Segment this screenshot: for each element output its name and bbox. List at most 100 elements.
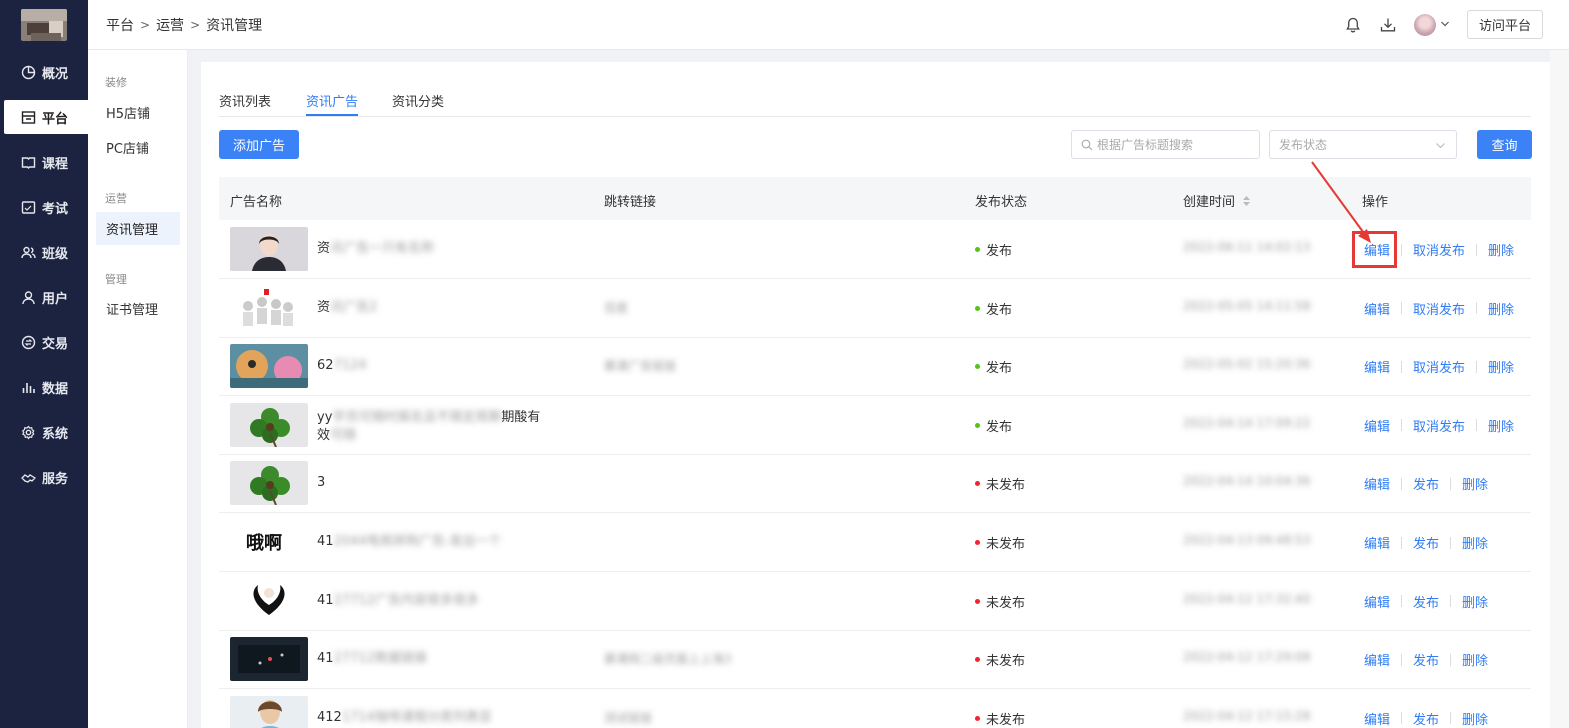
status-dot bbox=[975, 657, 980, 663]
action-delete-link[interactable]: 删除 bbox=[1462, 533, 1488, 552]
table-row: 4127712数据链接 慕课网二级页面上上海3 未发布 2022-04-12 17:2… bbox=[219, 630, 1531, 690]
ad-name: 4127712数据链接 bbox=[317, 650, 577, 668]
nav-item-label: 课程 bbox=[42, 156, 69, 172]
main-nav: 概况平台课程考试班级用户交易数据系统服务 bbox=[0, 0, 88, 728]
action-toggle-publish-link[interactable]: 发布 bbox=[1413, 709, 1439, 728]
status-dot bbox=[975, 598, 980, 604]
download-icon[interactable] bbox=[1379, 16, 1397, 34]
action-toggle-publish-link[interactable]: 取消发布 bbox=[1413, 299, 1465, 318]
divider bbox=[1476, 243, 1478, 256]
action-delete-link[interactable]: 删除 bbox=[1488, 357, 1514, 376]
action-delete-link[interactable]: 删除 bbox=[1462, 709, 1488, 728]
action-edit-link[interactable]: 编辑 bbox=[1364, 533, 1390, 552]
ad-thumbnail bbox=[230, 402, 308, 447]
ad-name-text: 62 bbox=[317, 358, 334, 374]
column-header-created[interactable]: 创建时间 bbox=[1183, 191, 1251, 210]
status-badge: 发布 bbox=[975, 416, 1012, 435]
divider bbox=[1450, 653, 1452, 666]
ad-name: yy学员可随时报名且不限定周期期酸有 效可随 bbox=[317, 409, 577, 445]
action-delete-link[interactable]: 删除 bbox=[1488, 416, 1514, 435]
action-edit-link[interactable]: 编辑 bbox=[1364, 416, 1390, 435]
row-actions: 编辑 发布 删除 bbox=[1364, 650, 1488, 669]
ad-name-text: 期酸有 bbox=[501, 409, 541, 425]
nav-item-bar-chart[interactable]: 数据 bbox=[0, 370, 88, 404]
nav-item-book[interactable]: 课程 bbox=[0, 145, 88, 179]
nav-item-handshake[interactable]: 服务 bbox=[0, 460, 88, 494]
action-toggle-publish-link[interactable]: 发布 bbox=[1413, 474, 1439, 493]
link-blurred: 慕课广告链接 bbox=[604, 359, 677, 374]
action-toggle-publish-link[interactable]: 取消发布 bbox=[1413, 357, 1465, 376]
action-toggle-publish-link[interactable]: 发布 bbox=[1413, 650, 1439, 669]
nav-item-group[interactable]: 班级 bbox=[0, 235, 88, 269]
scrollbar[interactable] bbox=[1550, 50, 1569, 728]
status-badge: 发布 bbox=[975, 357, 1012, 376]
nav-item-store[interactable]: 平台 bbox=[4, 100, 88, 134]
visit-platform-button[interactable]: 访问平台 bbox=[1467, 10, 1543, 39]
status-badge: 未发布 bbox=[975, 533, 1025, 552]
ad-name-blurred: 7124 bbox=[333, 358, 367, 374]
nav-item-exchange[interactable]: 交易 bbox=[0, 325, 88, 359]
action-toggle-publish-link[interactable]: 发布 bbox=[1413, 533, 1439, 552]
action-edit-link[interactable]: 编辑 bbox=[1364, 474, 1390, 493]
top-header: 平台 > 运营 > 资讯管理 访问平台 bbox=[88, 0, 1569, 50]
sub-item-certificate-management[interactable]: 证书管理 bbox=[96, 292, 180, 325]
sub-item-news-management[interactable]: 资讯管理 bbox=[96, 212, 180, 245]
action-delete-link[interactable]: 删除 bbox=[1462, 592, 1488, 611]
tab-news-list[interactable]: 资讯列表 bbox=[219, 91, 271, 110]
column-header-link: 跳转链接 bbox=[604, 195, 657, 210]
search-field[interactable] bbox=[1071, 130, 1260, 159]
link-blurred: 测试链接 bbox=[604, 710, 653, 725]
nav-item-gear[interactable]: 系统 bbox=[0, 415, 88, 449]
add-ad-button[interactable]: 添加广告 bbox=[219, 130, 299, 159]
ad-name-text: 资 bbox=[317, 241, 331, 256]
action-edit-link[interactable]: 编辑 bbox=[1364, 709, 1390, 728]
bell-icon[interactable] bbox=[1344, 16, 1362, 34]
status-dot bbox=[975, 715, 980, 721]
action-edit-link[interactable]: 编辑 bbox=[1364, 650, 1390, 669]
column-header-status: 发布状态 bbox=[975, 195, 1028, 210]
breadcrumb-item[interactable]: 平台 bbox=[106, 15, 134, 35]
action-delete-link[interactable]: 删除 bbox=[1462, 474, 1488, 493]
action-edit-link[interactable]: 编辑 bbox=[1364, 357, 1390, 376]
query-button[interactable]: 查询 bbox=[1477, 130, 1532, 159]
tab-news-ads[interactable]: 资讯广告 bbox=[306, 91, 358, 110]
action-toggle-publish-link[interactable]: 取消发布 bbox=[1413, 416, 1465, 435]
table-header: 广告名称 跳转链接 发布状态 创建时间 操作 bbox=[219, 177, 1531, 220]
ad-name-text: 41 bbox=[317, 592, 334, 608]
app-logo[interactable] bbox=[21, 9, 67, 41]
action-delete-link[interactable]: 删除 bbox=[1488, 240, 1514, 259]
breadcrumb-item[interactable]: 运营 bbox=[156, 15, 184, 35]
divider bbox=[1401, 595, 1403, 608]
status-select[interactable]: 发布状态 bbox=[1269, 130, 1457, 159]
handshake-icon bbox=[20, 469, 36, 485]
row-actions: 编辑 取消发布 删除 bbox=[1364, 416, 1514, 435]
status-dot bbox=[975, 481, 980, 487]
sub-group-title: 装修 bbox=[105, 76, 127, 89]
action-toggle-publish-link[interactable]: 取消发布 bbox=[1413, 240, 1465, 259]
search-input[interactable] bbox=[1097, 137, 1257, 152]
sub-item-pc-store[interactable]: PC店铺 bbox=[96, 131, 180, 164]
sub-item-h5-store[interactable]: H5店铺 bbox=[96, 96, 180, 129]
action-toggle-publish-link[interactable]: 发布 bbox=[1413, 592, 1439, 611]
nav-item-user[interactable]: 用户 bbox=[0, 280, 88, 314]
table-row: 资讯广告2 百度 发布 2022-05-05 14:11:58 编辑 取消发布 删除 bbox=[219, 279, 1531, 338]
divider bbox=[1401, 536, 1403, 549]
status-dot bbox=[975, 540, 980, 545]
chevron-down-icon[interactable] bbox=[1440, 19, 1450, 29]
nav-item-exam[interactable]: 考试 bbox=[0, 190, 88, 224]
nav-item-pie-chart[interactable]: 概况 bbox=[0, 55, 88, 89]
tab-news-category[interactable]: 资讯分类 bbox=[392, 91, 444, 110]
ad-name-blurred: 讯广告2 bbox=[330, 299, 378, 315]
action-edit-link[interactable]: 编辑 bbox=[1364, 592, 1390, 611]
row-actions: 编辑 发布 删除 bbox=[1364, 709, 1488, 728]
sort-icon[interactable] bbox=[1242, 195, 1251, 207]
breadcrumb-item-current: 资讯管理 bbox=[206, 18, 263, 34]
action-delete-link[interactable]: 删除 bbox=[1462, 650, 1488, 669]
avatar[interactable] bbox=[1414, 14, 1436, 36]
action-edit-link[interactable]: 编辑 bbox=[1364, 299, 1390, 318]
highlight-box bbox=[1352, 231, 1397, 268]
created-time: 2022-05-05 14:11:58 bbox=[1183, 298, 1311, 313]
link-cell: 百度 bbox=[604, 299, 628, 316]
status-dot bbox=[975, 305, 980, 311]
action-delete-link[interactable]: 删除 bbox=[1488, 299, 1514, 318]
